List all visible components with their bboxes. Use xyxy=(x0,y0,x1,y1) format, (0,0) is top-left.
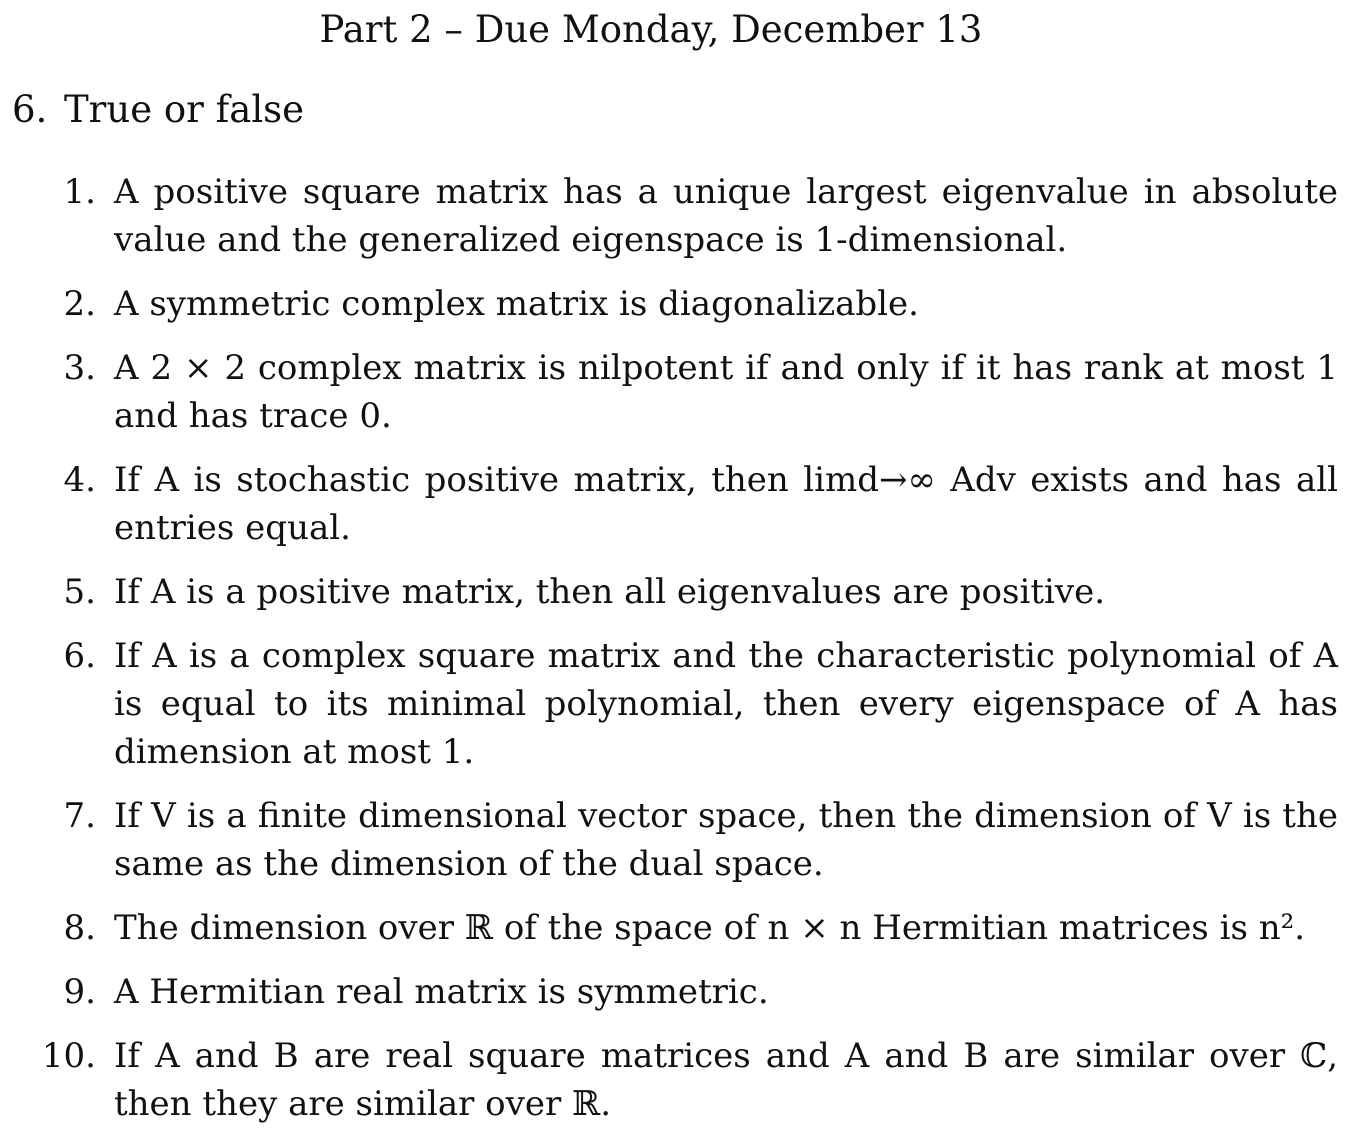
statement-item: 5. If A is a positive matrix, then all e… xyxy=(0,568,1358,616)
statement-item: 9. A Hermitian real matrix is symmetric. xyxy=(0,968,1358,1016)
statement-number: 3. xyxy=(63,348,96,388)
statement-number: 4. xyxy=(63,460,96,500)
statement-item: 7. If V is a finite dimensional vector s… xyxy=(0,792,1358,888)
statement-text: If A is a complex square matrix and the … xyxy=(114,636,1338,772)
statement-text: A positive square matrix has a unique la… xyxy=(114,172,1338,260)
statement-item: 2. A symmetric complex matrix is diagona… xyxy=(0,280,1358,328)
statement-number: 1. xyxy=(63,172,96,212)
statement-text: If A and B are real square matrices and … xyxy=(114,1036,1338,1124)
statement-number: 9. xyxy=(63,972,96,1012)
statement-text: A symmetric complex matrix is diagonaliz… xyxy=(114,284,919,324)
statement-number: 5. xyxy=(63,572,96,612)
question-heading: 6. True or false xyxy=(12,88,304,132)
statement-text: A 2 × 2 complex matrix is nilpotent if a… xyxy=(114,348,1338,436)
statement-item: 8. The dimension over ℝ of the space of … xyxy=(0,904,1358,952)
statement-number: 7. xyxy=(63,796,96,836)
statement-number: 2. xyxy=(63,284,96,324)
statement-list: 1. A positive square matrix has a unique… xyxy=(0,168,1358,1144)
statement-number: 6. xyxy=(63,636,96,676)
statement-item: 10. If A and B are real square matrices … xyxy=(0,1032,1358,1128)
statement-item: 6. If A is a complex square matrix and t… xyxy=(0,632,1358,776)
question-title: True or false xyxy=(64,88,305,131)
statement-text: The dimension over ℝ of the space of n ×… xyxy=(114,908,1306,948)
question-number: 6. xyxy=(12,88,48,131)
statement-text: If V is a finite dimensional vector spac… xyxy=(114,796,1338,884)
statement-item: 4. If A is stochastic positive matrix, t… xyxy=(0,456,1358,552)
statement-text: A Hermitian real matrix is symmetric. xyxy=(114,972,769,1012)
page-title: Part 2 – Due Monday, December 13 xyxy=(319,8,983,51)
statement-number: 8. xyxy=(63,908,96,948)
statement-number: 10. xyxy=(41,1036,96,1076)
statement-text: If A is a positive matrix, then all eige… xyxy=(114,572,1106,612)
statement-item: 3. A 2 × 2 complex matrix is nilpotent i… xyxy=(0,344,1358,440)
statement-text: If A is stochastic positive matrix, then… xyxy=(114,460,1338,548)
statement-item: 1. A positive square matrix has a unique… xyxy=(0,168,1358,264)
